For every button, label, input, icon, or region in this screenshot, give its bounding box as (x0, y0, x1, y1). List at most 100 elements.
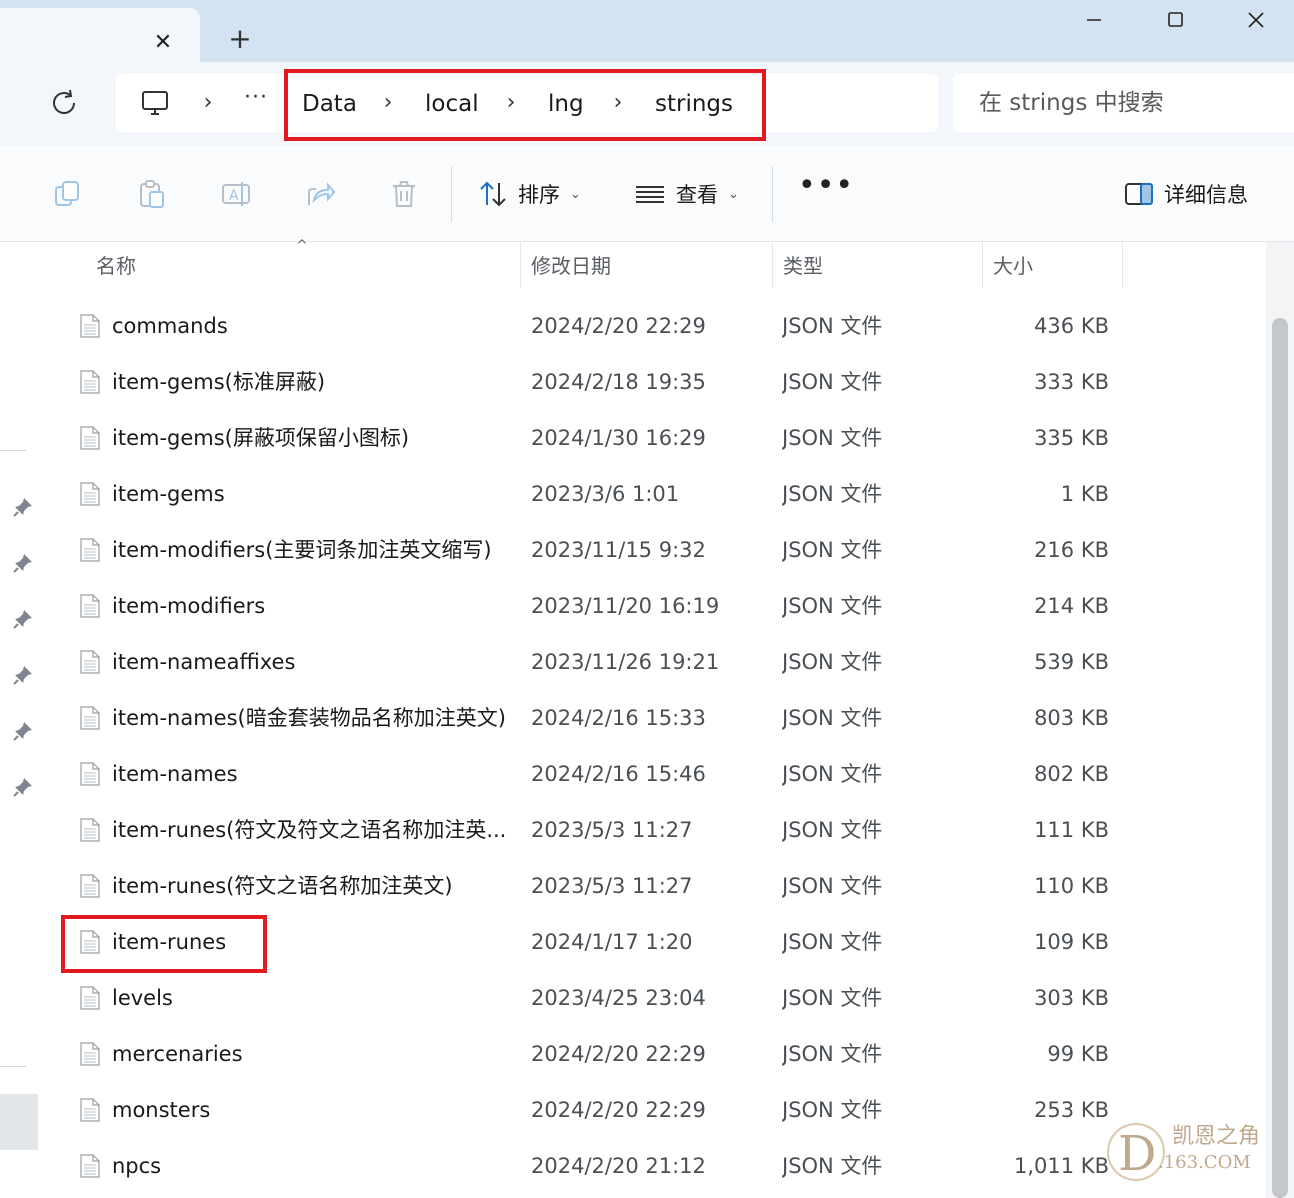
maximize-button[interactable] (1155, 4, 1195, 36)
json-file-icon (80, 314, 100, 338)
column-header-size[interactable]: 大小 (983, 242, 1123, 290)
column-divider[interactable] (1122, 242, 1123, 288)
address-bar[interactable]: › ··· Data › local › lng › strings (116, 74, 938, 132)
tab-current[interactable]: ✕ (0, 8, 200, 70)
file-date-modified: 2024/2/20 21:12 (531, 1154, 706, 1178)
file-date-modified: 2024/2/18 19:35 (531, 370, 706, 394)
sort-button[interactable]: 排序 ⌄ (478, 172, 581, 216)
search-box[interactable] (953, 74, 1294, 132)
svg-text:D: D (1118, 1126, 1156, 1182)
json-file-icon (80, 818, 100, 842)
minimize-button[interactable] (1074, 4, 1114, 36)
file-row[interactable]: item-runes(符文之语名称加注英文) 2023/5/3 11:27 JSON… (42, 858, 1266, 914)
svg-text:A: A (229, 188, 239, 204)
file-name: item-gems(标准屏蔽) (112, 370, 326, 394)
file-date-modified: 2023/11/15 9:32 (531, 538, 706, 562)
file-row[interactable]: item-names(暗金套装物品名称加注英文) 2024/2/16 15:33 J… (42, 690, 1266, 746)
json-file-icon (80, 370, 100, 394)
file-row[interactable]: item-names 2024/2/16 15:46 JSON 文件 802 KB (42, 746, 1266, 802)
file-size: 1 KB (1060, 482, 1109, 506)
column-header-name[interactable]: 名称 (86, 242, 520, 290)
quick-access-pin-icon[interactable] (12, 664, 34, 686)
rename-icon: A (222, 182, 250, 206)
file-row[interactable]: commands 2024/2/20 22:29 JSON 文件 436 KB (42, 298, 1266, 354)
scrollbar-thumb[interactable] (1272, 318, 1288, 1198)
breadcrumb-strings[interactable]: strings (655, 88, 733, 120)
sort-label: 排序 (518, 183, 560, 207)
breadcrumb-separator[interactable]: › (198, 90, 218, 116)
copy-button[interactable] (52, 178, 84, 210)
file-row[interactable]: levels 2023/4/25 23:04 JSON 文件 303 KB (42, 970, 1266, 1026)
address-row: › ··· Data › local › lng › strings (0, 62, 1294, 146)
share-button[interactable] (304, 178, 336, 210)
file-row[interactable]: item-modifiers(主要词条加注英文缩写) 2023/11/15 9:3… (42, 522, 1266, 578)
new-tab-button[interactable]: + (224, 24, 256, 56)
file-row[interactable]: item-runes 2024/1/17 1:20 JSON 文件 109 KB (42, 914, 1266, 970)
file-name: item-runes(符文之语名称加注英文) (112, 874, 453, 898)
file-date-modified: 2023/11/26 19:21 (531, 650, 720, 674)
file-row[interactable]: npcs 2024/2/20 21:12 JSON 文件 1,011 KB (42, 1138, 1266, 1194)
close-window-button[interactable] (1236, 4, 1276, 36)
breadcrumb-separator[interactable]: › (501, 90, 521, 116)
file-row[interactable]: item-runes(符文及符文之语名称加注英... 2023/5/3 11:27… (42, 802, 1266, 858)
file-row[interactable]: item-nameaffixes 2023/11/26 19:21 JSON 文件 5… (42, 634, 1266, 690)
rename-button[interactable]: A (220, 178, 252, 210)
file-name: item-runes (112, 930, 227, 954)
paste-button[interactable] (136, 178, 168, 210)
tab-close-icon[interactable]: ✕ (150, 30, 176, 56)
more-options-button[interactable]: ••• (798, 171, 853, 212)
file-row[interactable]: item-gems(标准屏蔽) 2024/2/18 19:35 JSON 文件 333… (42, 354, 1266, 410)
file-name: item-nameaffixes (112, 650, 296, 674)
this-pc-icon[interactable] (140, 88, 170, 118)
file-row[interactable]: item-gems(屏蔽项保留小图标) 2024/1/30 16:29 JSON 文… (42, 410, 1266, 466)
file-type: JSON 文件 (782, 1098, 883, 1122)
column-header-type[interactable]: 类型 (773, 242, 982, 290)
file-name: item-gems (112, 482, 225, 506)
file-row[interactable]: item-modifiers 2023/11/20 16:19 JSON 文件 214… (42, 578, 1266, 634)
view-label: 查看 (676, 183, 718, 207)
file-name: commands (112, 314, 228, 338)
quick-access-pin-icon[interactable] (12, 720, 34, 742)
file-date-modified: 2024/1/17 1:20 (531, 930, 693, 954)
file-size: 303 KB (1034, 986, 1109, 1010)
quick-access-pin-icon[interactable] (12, 552, 34, 574)
quick-access-pin-icon[interactable] (12, 496, 34, 518)
watermark-d-emblem: D (1107, 1123, 1165, 1182)
title-bar: ✕ + (0, 0, 1294, 70)
file-row[interactable]: monsters 2024/2/20 22:29 JSON 文件 253 KB (42, 1082, 1266, 1138)
search-input[interactable] (979, 86, 1279, 120)
toolbar-divider (772, 166, 773, 222)
column-header-date[interactable]: 修改日期 (521, 242, 771, 290)
chevron-down-icon: ⌄ (728, 186, 739, 202)
chevron-down-icon: ⌄ (570, 186, 581, 202)
breadcrumb-separator[interactable]: › (608, 90, 628, 116)
watermark-text: 凯恩之角 (1172, 1124, 1261, 1149)
file-size: 214 KB (1034, 594, 1109, 618)
delete-button[interactable] (388, 178, 420, 210)
quick-access-pin-icon[interactable] (12, 608, 34, 630)
json-file-icon (80, 874, 100, 898)
site-watermark-logo: D 凯恩之角 .163.COM (1098, 1110, 1268, 1190)
breadcrumb-local[interactable]: local (425, 88, 479, 120)
breadcrumb-data[interactable]: Data (302, 88, 357, 120)
nav-item-selected[interactable] (0, 1094, 38, 1150)
file-name: item-modifiers(主要词条加注英文缩写) (112, 538, 492, 562)
file-row[interactable]: mercenaries 2024/2/20 22:29 JSON 文件 99 KB (42, 1026, 1266, 1082)
file-type: JSON 文件 (782, 986, 883, 1010)
watermark-domain: .163.COM (1158, 1152, 1251, 1173)
file-date-modified: 2023/11/20 16:19 (531, 594, 720, 618)
refresh-button[interactable] (46, 84, 84, 122)
breadcrumb-lng[interactable]: lng (548, 88, 584, 120)
breadcrumb-separator[interactable]: › (378, 90, 398, 116)
file-name: monsters (112, 1098, 211, 1122)
quick-access-pin-icon[interactable] (12, 776, 34, 798)
file-type: JSON 文件 (782, 1154, 883, 1178)
json-file-icon (80, 706, 100, 730)
breadcrumb-more-button[interactable]: ··· (244, 87, 274, 114)
file-row[interactable]: item-gems 2023/3/6 1:01 JSON 文件 1 KB (42, 466, 1266, 522)
view-button[interactable]: 查看 ⌄ (634, 172, 739, 216)
file-date-modified: 2024/2/16 15:33 (531, 706, 706, 730)
file-type: JSON 文件 (782, 1042, 883, 1066)
json-file-icon (80, 594, 100, 618)
details-pane-button[interactable]: 详细信息 (1124, 172, 1248, 216)
